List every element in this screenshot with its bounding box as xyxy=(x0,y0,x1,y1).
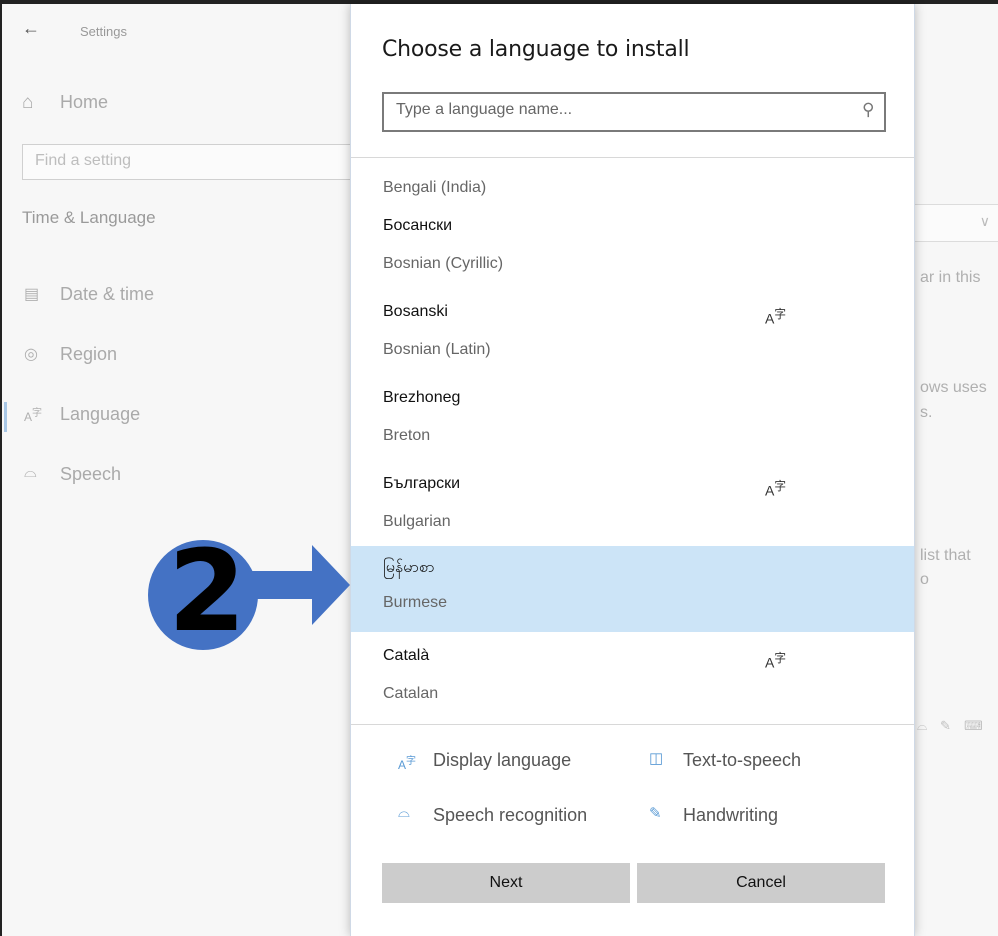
language-english-name: Catalan xyxy=(383,685,439,702)
language-english-name: Bosnian (Latin) xyxy=(383,341,491,358)
callout-arrow-icon xyxy=(246,545,350,625)
choose-language-dialog: Choose a language to install ⚲ Bengali (… xyxy=(350,4,915,936)
background-text-fragment: ows uses xyxy=(920,379,987,396)
active-nav-indicator xyxy=(4,402,7,432)
language-native-name: မြန်မာစာ xyxy=(383,559,435,576)
globe-icon: ◎ xyxy=(24,346,38,363)
background-dropdown[interactable]: ∨ xyxy=(914,204,998,242)
background-text-fragment: o xyxy=(920,571,929,588)
language-native-name: Brezhoneg xyxy=(383,389,461,406)
keyboard-icon: ⌨ xyxy=(964,718,983,733)
display-language-icon: A字 xyxy=(765,652,787,671)
language-icon: A字 xyxy=(24,408,43,424)
section-title: Time & Language xyxy=(22,208,156,227)
legend-speech-recognition: Speech recognition xyxy=(433,805,588,825)
microphone-icon: ⌓ xyxy=(917,718,928,733)
next-button[interactable]: Next xyxy=(382,863,630,903)
language-search-input[interactable] xyxy=(396,101,836,119)
sidebar-item-speech[interactable]: Speech xyxy=(60,464,121,485)
background-text-fragment: ar in this xyxy=(920,269,981,286)
handwriting-icon: ✎ xyxy=(649,805,662,822)
chevron-down-icon: ∨ xyxy=(979,213,990,229)
language-english-name: Breton xyxy=(383,427,431,444)
background-text-fragment: s. xyxy=(920,404,933,421)
language-native-name: Català xyxy=(383,647,430,664)
text-to-speech-icon: ◫ xyxy=(649,750,664,767)
legend-display-language: Display language xyxy=(433,750,572,770)
language-list[interactable]: Bengali (India) Босански Bosnian (Cyrill… xyxy=(351,159,914,724)
back-arrow-icon[interactable]: ← xyxy=(22,18,40,39)
search-icon[interactable]: ⚲ xyxy=(862,100,874,120)
language-english-name: Bulgarian xyxy=(383,513,451,530)
list-item[interactable]: Bosanski A字 Bosnian (Latin) xyxy=(351,293,914,379)
list-item-selected[interactable]: မြန်မာစာ Burmese xyxy=(351,546,914,632)
sidebar-item-date-time[interactable]: Date & time xyxy=(60,284,154,305)
language-native-name: Bosanski xyxy=(383,303,448,320)
display-language-icon: A字 xyxy=(398,756,417,772)
language-native-name: Босански xyxy=(383,217,453,234)
sidebar-item-region[interactable]: Region xyxy=(60,344,117,365)
list-item[interactable]: Босански Bosnian (Cyrillic) xyxy=(351,207,914,293)
list-item[interactable]: Català A字 Catalan xyxy=(351,637,914,723)
background-text-fragment: list that xyxy=(920,547,971,564)
display-language-icon: A字 xyxy=(765,308,787,327)
microphone-icon: ⌓ xyxy=(398,804,410,821)
microphone-icon: ⌓ xyxy=(24,464,37,481)
home-link[interactable]: Home xyxy=(60,92,108,113)
calendar-clock-icon: ▤ xyxy=(24,286,40,303)
find-setting-input[interactable]: Find a setting xyxy=(22,144,362,180)
dialog-title: Choose a language to install xyxy=(382,37,690,62)
legend-text-to-speech: Text-to-speech xyxy=(683,750,802,770)
divider xyxy=(351,724,914,725)
language-search-box[interactable]: ⚲ xyxy=(382,92,886,132)
handwriting-icon: ✎ xyxy=(940,718,951,733)
cancel-button[interactable]: Cancel xyxy=(637,863,885,903)
step-number: 2 xyxy=(168,527,246,657)
language-english-name: Burmese xyxy=(383,594,448,611)
sidebar-item-language[interactable]: Language xyxy=(60,404,140,425)
list-item[interactable]: Brezhoneg Breton xyxy=(351,379,914,465)
language-english-name: Bosnian (Cyrillic) xyxy=(383,255,504,272)
settings-title: Settings xyxy=(80,24,127,39)
language-english-name: Bengali (India) xyxy=(383,179,487,196)
list-item[interactable]: Български A字 Bulgarian xyxy=(351,465,914,551)
legend-handwriting: Handwriting xyxy=(683,805,779,825)
language-native-name: Български xyxy=(383,475,461,492)
home-icon[interactable]: ⌂ xyxy=(22,92,33,114)
divider xyxy=(351,157,914,158)
display-language-icon: A字 xyxy=(765,480,787,499)
